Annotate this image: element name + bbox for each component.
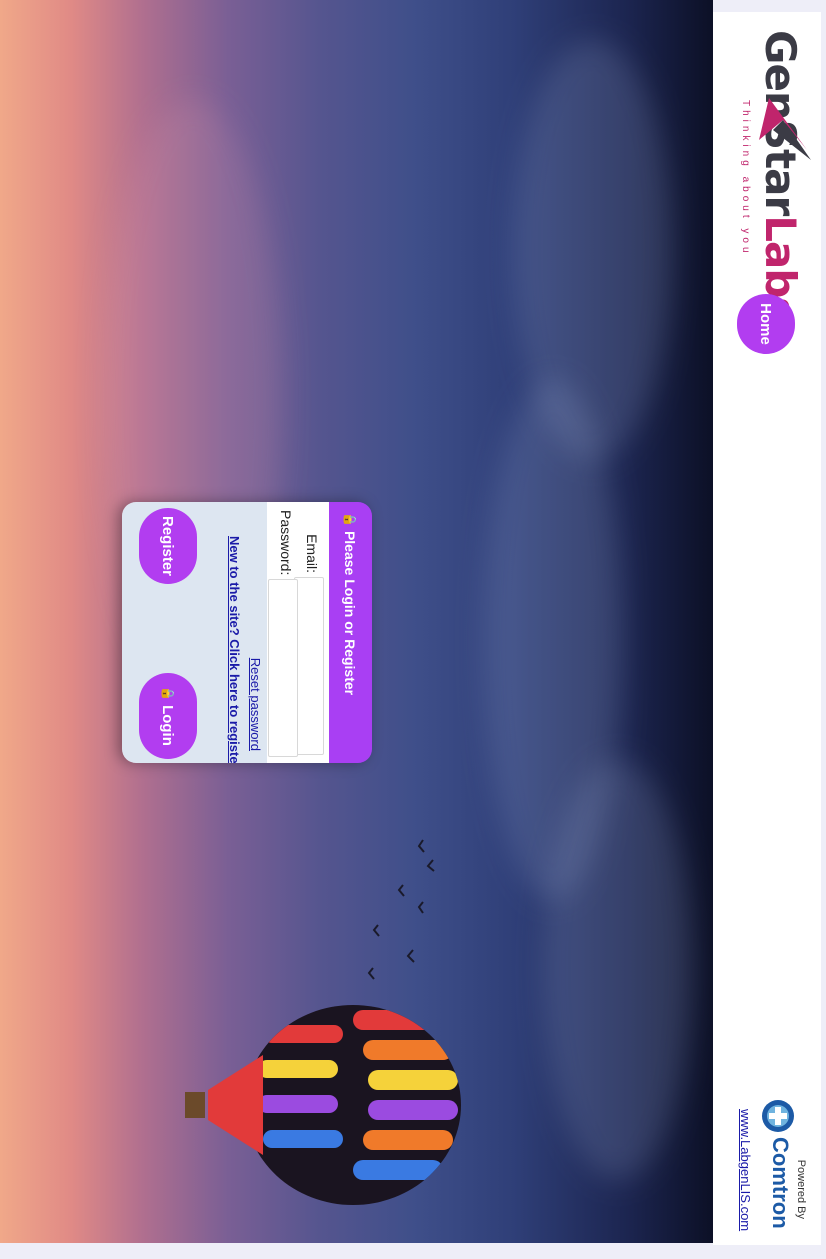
lock-icon: 🔒 — [343, 512, 358, 527]
hero-background: 🔒 Please Login or Register Email: Passwo… — [0, 0, 713, 1243]
login-card-footer: Reset password New to the site? Click he… — [122, 502, 267, 763]
email-row: Email: — [294, 510, 325, 755]
birds-illustration — [367, 839, 435, 980]
powered-by-block: Powered By Comtron www.LabgenLIS.com — [725, 1095, 811, 1231]
star-icon — [759, 98, 811, 160]
lock-icon: 🔒 — [161, 686, 175, 702]
register-link[interactable]: New to the site? Click here to register — [227, 536, 242, 763]
login-button[interactable]: 🔒 Login — [139, 673, 197, 759]
password-row: Password: — [268, 510, 299, 758]
hot-air-balloon-illustration — [185, 1005, 461, 1205]
logo[interactable]: GenStarLabs Thinking about you — [729, 30, 811, 321]
header: GenStarLabs Thinking about you Home Powe… — [713, 12, 821, 1245]
login-card-title: Please Login or Register — [342, 530, 359, 696]
login-button-label: Login — [159, 705, 177, 746]
vendor-site-link[interactable]: www.LabgenLIS.com — [738, 1109, 753, 1231]
vendor-name: Comtron — [768, 1137, 793, 1229]
page: GenStarLabs Thinking about you Home Powe… — [0, 0, 826, 1259]
login-form: Email: Password: — [267, 502, 329, 763]
email-label: Email: — [304, 534, 320, 573]
login-card: 🔒 Please Login or Register Email: Passwo… — [122, 502, 372, 763]
login-card-header: 🔒 Please Login or Register — [329, 502, 372, 763]
password-field[interactable] — [268, 579, 298, 758]
logo-wordmark: GenStarLabs — [756, 30, 805, 321]
powered-by-label: Powered By — [795, 1159, 807, 1219]
cloud — [543, 760, 693, 1180]
reset-password-link[interactable]: Reset password — [248, 658, 263, 751]
email-field[interactable] — [294, 577, 324, 755]
register-button[interactable]: Register — [139, 508, 197, 584]
logo-tagline: Thinking about you — [740, 100, 751, 257]
comtron-logo-icon — [762, 1100, 794, 1132]
password-label: Password: — [278, 510, 294, 576]
home-button[interactable]: Home — [737, 294, 795, 354]
